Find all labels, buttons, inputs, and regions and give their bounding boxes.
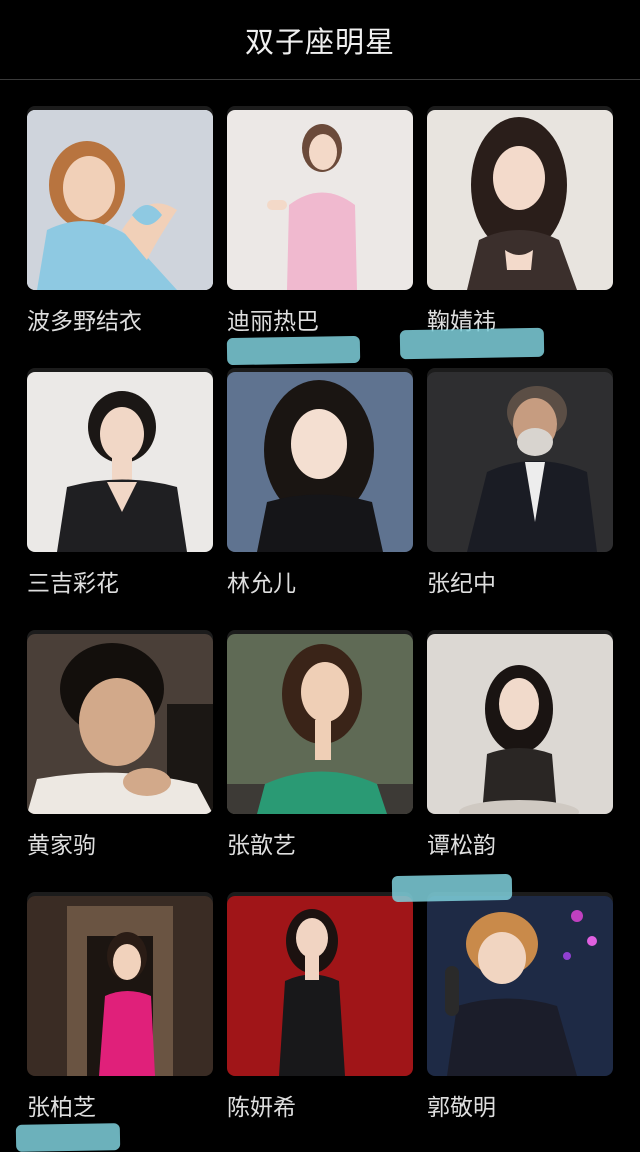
celebrity-name: 张纪中	[427, 571, 496, 597]
scribble-mark	[391, 873, 513, 903]
celebrity-name: 张柏芝	[27, 1095, 96, 1121]
scribble-mark	[399, 327, 545, 360]
celebrity-name: 谭松韵	[427, 833, 496, 859]
celebrity-name: 黄家驹	[27, 833, 96, 859]
celebrity-name: 三吉彩花	[27, 571, 119, 597]
celebrity-photo[interactable]	[27, 110, 213, 290]
celebrity-photo[interactable]	[27, 896, 213, 1076]
celebrity-photo[interactable]	[427, 372, 613, 552]
celebrity-photo[interactable]	[227, 110, 413, 290]
celebrity-name: 张歆艺	[227, 833, 296, 859]
celebrity-photo[interactable]	[427, 896, 613, 1076]
celebrity-name: 陈妍希	[227, 1095, 296, 1121]
celebrity-photo[interactable]	[27, 634, 213, 814]
celebrity-grid: 波多野结衣 迪丽热巴 鞠婧祎 三吉彩花 林允儿 张纪中 黄家驹 张歆艺 谭松韵 …	[0, 0, 640, 1151]
celebrity-photo[interactable]	[227, 896, 413, 1076]
celebrity-photo[interactable]	[227, 634, 413, 814]
celebrity-name: 波多野结衣	[27, 309, 142, 335]
celebrity-photo[interactable]	[27, 372, 213, 552]
celebrity-photo[interactable]	[227, 372, 413, 552]
scribble-mark	[226, 335, 361, 366]
celebrity-name: 林允儿	[227, 571, 296, 597]
scribble-mark	[15, 1123, 121, 1152]
celebrity-photo[interactable]	[427, 634, 613, 814]
celebrity-photo[interactable]	[427, 110, 613, 290]
celebrity-name: 郭敬明	[427, 1095, 496, 1121]
celebrity-name: 迪丽热巴	[227, 309, 319, 335]
